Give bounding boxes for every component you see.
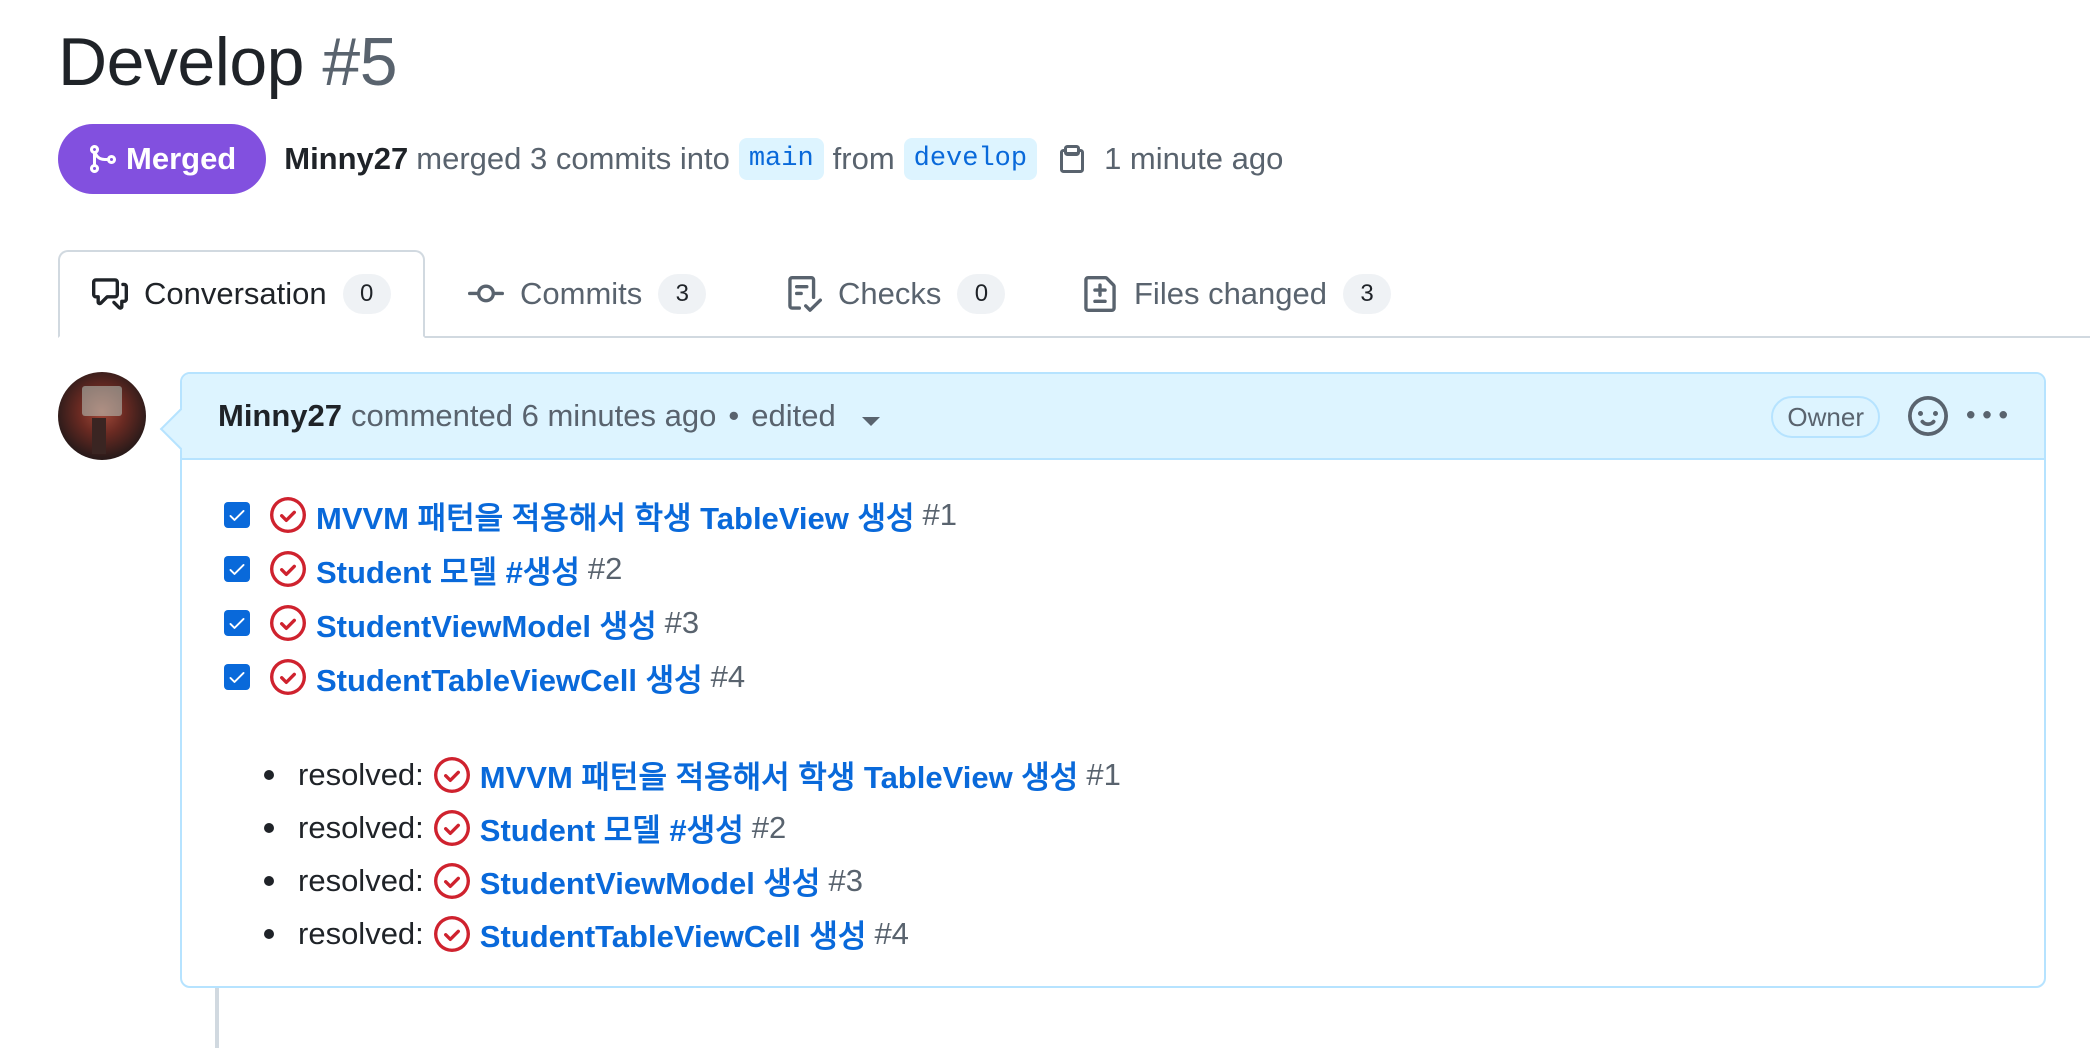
pr-title: Develop #5: [58, 22, 398, 102]
issue-closed-icon: [270, 659, 306, 695]
separator-dot: •: [728, 398, 740, 433]
comment-action: commented: [351, 398, 513, 433]
base-branch-link[interactable]: main: [738, 138, 824, 180]
bullet: [264, 928, 274, 939]
owner-badge: Owner: [1771, 396, 1880, 438]
edited-label: edited: [751, 398, 836, 433]
issue-ref: #4: [710, 659, 746, 694]
pr-title-text: Develop: [58, 24, 305, 100]
list-item: resolved: StudentTableViewCell 생성 #4: [264, 907, 2044, 960]
task-checkbox[interactable]: [224, 556, 250, 582]
task-checkbox[interactable]: [224, 664, 250, 690]
tab-checks-count: 0: [957, 274, 1006, 314]
issue-closed-icon: [270, 551, 306, 587]
merge-text: merged 3 commits into: [416, 141, 730, 176]
issue-closed-icon: [433, 915, 470, 952]
issue-link[interactable]: StudentTableViewCell 생성: [316, 655, 703, 700]
resolved-label: resolved:: [298, 756, 424, 792]
head-branch-link[interactable]: develop: [903, 138, 1038, 180]
list-item: resolved: StudentViewModel 생성 #3: [264, 854, 2044, 907]
check-icon: [229, 510, 245, 521]
issue-link[interactable]: MVVM 패턴을 적용해서 학생 TableView 생성: [480, 752, 1079, 797]
tab-files-changed-count: 3: [1343, 274, 1392, 314]
tab-conversation[interactable]: Conversation 0: [58, 250, 425, 338]
merged-label: Merged: [126, 141, 237, 176]
task-checkbox[interactable]: [224, 502, 250, 528]
issue-link[interactable]: StudentViewModel 생성: [480, 858, 821, 903]
comment-body: MVVM 패턴을 적용해서 학생 TableView 생성 #1 Student…: [182, 460, 2044, 960]
pr-number: #5: [322, 24, 398, 100]
comment-header: Minny27 commented 6 minutes ago • edited…: [182, 374, 2044, 460]
task-list: MVVM 패턴을 적용해서 학생 TableView 생성 #1 Student…: [224, 488, 2044, 704]
comment-box: Minny27 commented 6 minutes ago • edited…: [180, 372, 2046, 988]
pr-meta: Merged Minny27 merged 3 commits into mai…: [58, 124, 1283, 194]
tab-checks[interactable]: Checks 0: [786, 250, 1006, 338]
list-item: resolved: MVVM 패턴을 적용해서 학생 TableView 생성 …: [264, 748, 2044, 801]
timeline-line: [215, 988, 219, 1048]
tab-conversation-label: Conversation: [144, 276, 327, 311]
issue-closed-icon: [433, 756, 470, 793]
smiley-icon[interactable]: [1908, 396, 1948, 436]
check-icon: [229, 564, 245, 575]
kebab-horizontal-icon[interactable]: [1966, 396, 2008, 436]
issue-ref: #3: [828, 862, 863, 898]
check-icon: [229, 618, 245, 629]
tab-checks-label: Checks: [838, 276, 942, 311]
issue-closed-icon: [433, 862, 470, 899]
issue-ref: #2: [587, 551, 623, 586]
issue-ref: #3: [664, 605, 700, 640]
avatar[interactable]: [58, 372, 146, 460]
issue-ref: #4: [874, 915, 909, 951]
resolved-label: resolved:: [298, 809, 424, 845]
issue-ref: #1: [1086, 756, 1121, 792]
tab-files-changed[interactable]: Files changed 3: [1082, 250, 1392, 338]
tab-commits-count: 3: [658, 274, 707, 314]
issue-closed-icon: [270, 497, 306, 533]
task-list-item: Student 모델 #생성 #2: [224, 542, 2044, 596]
merged-state-badge: Merged: [58, 124, 267, 194]
from-text: from: [832, 141, 895, 176]
issue-closed-icon: [270, 605, 306, 641]
check-icon: [229, 672, 245, 683]
comment-time-link[interactable]: 6 minutes ago: [522, 398, 717, 434]
issue-link[interactable]: Student 모델 #생성: [316, 547, 580, 592]
task-list-item: StudentTableViewCell 생성 #4: [224, 650, 2044, 704]
tab-conversation-count: 0: [342, 274, 391, 314]
bullet: [264, 875, 274, 886]
checklist-icon: [788, 276, 822, 312]
git-merge-icon: [90, 145, 117, 173]
bullet: [264, 822, 274, 833]
comment-discussion-icon: [92, 278, 128, 310]
issue-link[interactable]: StudentTableViewCell 생성: [480, 911, 867, 956]
bullet: [264, 769, 274, 780]
resolved-list: resolved: MVVM 패턴을 적용해서 학생 TableView 생성 …: [224, 748, 2044, 960]
task-list-item: StudentViewModel 생성 #3: [224, 596, 2044, 650]
tab-files-changed-label: Files changed: [1134, 276, 1328, 311]
issue-closed-icon: [433, 809, 470, 846]
resolved-label: resolved:: [298, 915, 424, 951]
task-list-item: MVVM 패턴을 적용해서 학생 TableView 생성 #1: [224, 488, 2044, 542]
pr-author-link[interactable]: Minny27: [284, 141, 408, 177]
tab-commits-label: Commits: [520, 276, 643, 311]
resolved-label: resolved:: [298, 862, 424, 898]
comment-author-link[interactable]: Minny27: [218, 398, 342, 434]
merged-time: 1 minute ago: [1104, 141, 1284, 176]
edited-dropdown[interactable]: edited: [751, 398, 881, 434]
issue-ref: #2: [751, 809, 787, 845]
copy-icon[interactable]: [1056, 143, 1088, 175]
git-commit-icon: [468, 284, 504, 303]
task-checkbox[interactable]: [224, 610, 250, 636]
file-diff-icon: [1084, 276, 1116, 312]
issue-link[interactable]: StudentViewModel 생성: [316, 601, 657, 646]
issue-link[interactable]: Student 모델 #생성: [480, 805, 744, 850]
issue-link[interactable]: MVVM 패턴을 적용해서 학생 TableView 생성: [316, 493, 915, 538]
list-item: resolved: Student 모델 #생성 #2: [264, 801, 2044, 854]
tab-commits[interactable]: Commits 3: [468, 250, 707, 338]
issue-ref: #1: [922, 497, 958, 532]
chevron-down-icon: [862, 417, 881, 426]
